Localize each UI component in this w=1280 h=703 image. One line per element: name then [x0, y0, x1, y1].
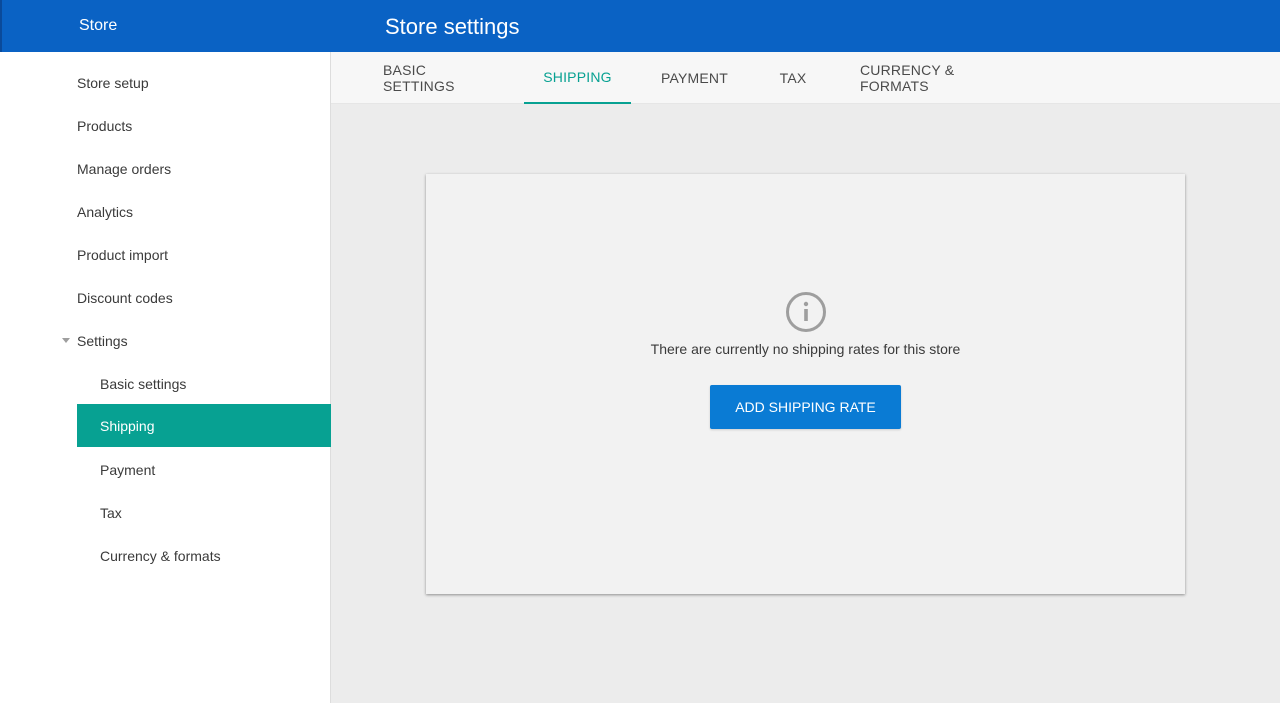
settings-tabs: BASIC SETTINGS SHIPPING PAYMENT TAX CURR… — [331, 52, 1280, 104]
add-shipping-rate-button[interactable]: ADD SHIPPING RATE — [710, 385, 901, 429]
sidebar-item-label: Products — [77, 117, 133, 134]
tab-basic-settings[interactable]: BASIC SETTINGS — [383, 52, 491, 104]
sidebar-item-label: Discount codes — [77, 289, 173, 306]
sidebar-item-analytics[interactable]: Analytics — [0, 190, 331, 233]
sidebar-item-label: Manage orders — [77, 160, 172, 177]
sidebar-item-label: Analytics — [77, 203, 134, 220]
info-icon — [786, 292, 826, 332]
caret-down-icon[interactable] — [62, 338, 70, 343]
sidebar-item-store-setup[interactable]: Store setup — [0, 61, 331, 104]
tab-tax[interactable]: TAX — [780, 52, 807, 104]
empty-state-message: There are currently no shipping rates fo… — [650, 341, 961, 357]
sidebar-item-label: Store setup — [77, 74, 149, 91]
sidebar-item-products[interactable]: Products — [0, 104, 331, 147]
sidebar: Store setup Products Manage orders Analy… — [0, 52, 331, 703]
sidebar-item-manage-orders[interactable]: Manage orders — [0, 147, 331, 190]
shipping-rates-card: There are currently no shipping rates fo… — [426, 174, 1185, 594]
tab-shipping[interactable]: SHIPPING — [524, 52, 631, 104]
sidebar-subitem-payment[interactable]: Payment — [0, 448, 331, 491]
sidebar-item-label: Basic settings — [100, 375, 187, 392]
sidebar-item-label: Settings — [77, 332, 128, 349]
sidebar-item-label: Tax — [100, 504, 122, 521]
page-title: Store settings — [385, 14, 520, 39]
tab-currency-formats[interactable]: CURRENCY & FORMATS — [860, 52, 1011, 104]
sidebar-item-label: Currency & formats — [100, 547, 221, 564]
tab-payment[interactable]: PAYMENT — [661, 52, 728, 104]
sidebar-subitem-tax[interactable]: Tax — [0, 491, 331, 534]
sidebar-item-product-import[interactable]: Product import — [0, 233, 331, 276]
sidebar-item-label: Payment — [100, 461, 156, 478]
sidebar-item-settings[interactable]: Settings — [0, 319, 331, 362]
sidebar-item-label: Product import — [77, 246, 169, 263]
sidebar-subitem-shipping[interactable]: Shipping — [77, 404, 331, 447]
top-app-bar: Store Store settings — [0, 0, 1280, 52]
sidebar-item-label: Shipping — [100, 417, 155, 434]
app-title: Store — [79, 17, 118, 34]
sidebar-subitem-basic-settings[interactable]: Basic settings — [0, 362, 331, 405]
sidebar-item-discount-codes[interactable]: Discount codes — [0, 276, 331, 319]
sidebar-subitem-currency-formats[interactable]: Currency & formats — [0, 534, 331, 577]
